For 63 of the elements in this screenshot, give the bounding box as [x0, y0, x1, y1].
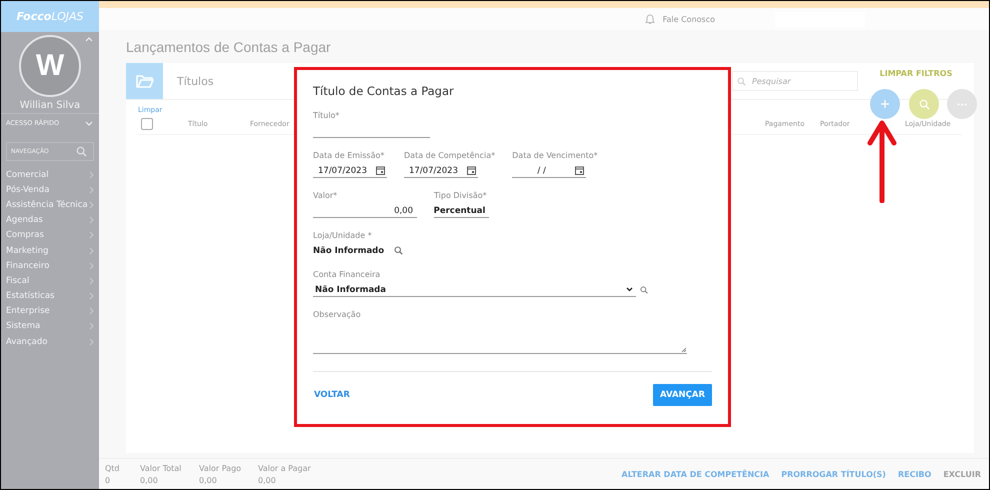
calendar-icon[interactable]: [575, 166, 584, 175]
contact-link[interactable]: Fale Conosco: [662, 14, 715, 24]
total-label: Valor Pago: [199, 464, 242, 472]
field-label: Título*: [313, 111, 340, 120]
value-input-field[interactable]: 0,00: [313, 204, 417, 218]
field-label: Data de Vencimento*: [512, 151, 598, 160]
search-icon[interactable]: [394, 246, 404, 255]
field-label: Observação: [313, 310, 362, 319]
date-field[interactable]: 17/07/2023: [404, 164, 478, 178]
field-label: Data de Emissão*: [313, 151, 386, 160]
action-link[interactable]: ALTERAR DATA DE COMPETÊNCIA: [622, 470, 770, 478]
search-icon[interactable]: [640, 286, 648, 294]
bell-icon[interactable]: [644, 13, 655, 25]
total-label: Qtd: [105, 464, 121, 472]
page-title: Lançamentos de Contas a Pagar: [126, 39, 332, 55]
menu-item[interactable]: Marketing: [1, 242, 99, 258]
calendar-icon[interactable]: [376, 166, 385, 175]
calendar-icon[interactable]: [467, 166, 476, 175]
action-link[interactable]: PRORROGAR TÍTULO(S): [781, 470, 886, 478]
menu-item[interactable]: Pós-Venda: [1, 182, 99, 198]
menu-item[interactable]: Estatísticas: [1, 288, 99, 304]
select-all-checkbox[interactable]: [141, 118, 153, 130]
date-field[interactable]: / /: [512, 164, 586, 178]
field-label: Loja/Unidade *: [313, 231, 373, 240]
field-label: Conta Financeira: [313, 270, 382, 279]
division-type-select[interactable]: Percentual: [434, 204, 489, 218]
user-name: Willian Silva: [20, 100, 80, 111]
action-link[interactable]: EXCLUIR: [943, 470, 981, 478]
field-label: Tipo Divisão*: [434, 191, 488, 200]
lookup-value: Não Informado: [313, 246, 384, 256]
total-label: Valor a Pagar: [258, 464, 312, 472]
field-label: Valor*: [313, 191, 338, 200]
menu-item[interactable]: Comercial: [1, 167, 99, 182]
clear-filters-link[interactable]: LIMPAR FILTROS: [858, 69, 974, 78]
total-label: Valor Total: [140, 464, 182, 472]
resize-handle-icon[interactable]: [681, 347, 686, 352]
menu-item[interactable]: Sistema: [1, 318, 99, 334]
total-value: 0,00: [199, 476, 218, 484]
dialog-title: Título de Contas a Pagar: [313, 84, 455, 98]
chevron-down-icon[interactable]: [85, 120, 93, 126]
user-avatar: W: [19, 35, 81, 97]
menu-item[interactable]: Enterprise: [1, 304, 99, 319]
field-label: Data de Competência*: [404, 151, 496, 160]
total-value: 0,00: [140, 476, 159, 484]
app-logo[interactable]: FoccoLOJAS: [1, 1, 99, 32]
account-select[interactable]: Não Informada: [313, 283, 636, 297]
caret-icon[interactable]: [626, 287, 633, 292]
plus-icon[interactable]: [880, 99, 890, 109]
menu-item[interactable]: Assistência Técnica: [1, 197, 99, 213]
chevron-up-icon[interactable]: [85, 37, 93, 42]
menu-item[interactable]: Financeiro: [1, 258, 99, 274]
search-field[interactable]: Pesquisar: [732, 71, 858, 91]
back-button[interactable]: VOLTAR: [313, 386, 351, 404]
titles-tab[interactable]: Títulos: [177, 63, 214, 99]
menu-item[interactable]: Avançado: [1, 334, 99, 350]
next-button[interactable]: AVANÇAR: [652, 384, 712, 406]
total-value: 0,00: [258, 476, 277, 484]
menu-item[interactable]: Compras: [1, 228, 99, 243]
menu-item[interactable]: Fiscal: [1, 273, 99, 288]
menu-item[interactable]: Agendas: [1, 212, 99, 228]
total-value: 0: [105, 476, 112, 484]
action-link[interactable]: RECIBO: [898, 470, 932, 478]
date-field[interactable]: 17/07/2023: [313, 164, 387, 178]
